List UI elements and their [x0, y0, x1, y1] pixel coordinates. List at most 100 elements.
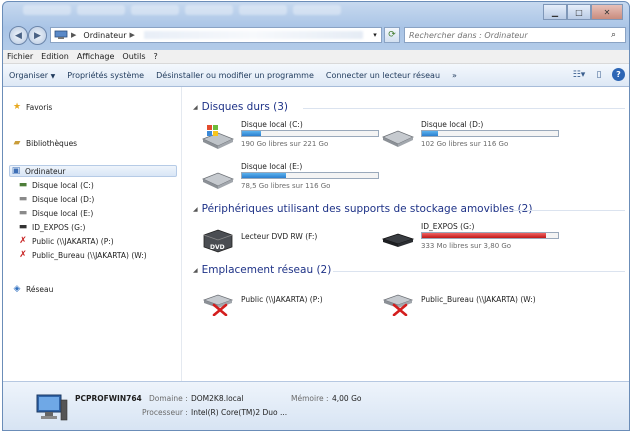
refresh-button[interactable]: ⟳ [384, 27, 400, 43]
processor-value: Intel(R) Core(TM)2 Duo ... [191, 408, 288, 417]
disconnected-network-drive-icon [202, 294, 234, 316]
menu-outils[interactable]: Outils [118, 52, 149, 61]
nav-item-favorites[interactable]: ★ Favoris [11, 101, 161, 113]
nav-item-computer[interactable]: ▣ Ordinateur [9, 165, 177, 177]
collapse-icon: ◢ [193, 266, 198, 274]
drive-tile[interactable]: Disque local (C:) 190 Go libres sur 221 … [201, 120, 391, 154]
disconnected-network-drive-icon: ✗ [19, 250, 27, 260]
maximize-button[interactable]: □ [567, 4, 591, 20]
collapse-icon: ◢ [193, 103, 198, 111]
drive-name: Disque local (E:) [241, 162, 303, 171]
dropdown-arrow-icon: ▼ [50, 72, 56, 80]
map-network-drive-button[interactable]: Connecter un lecteur réseau [320, 71, 446, 80]
computer-icon [36, 394, 68, 421]
details-pane: PCPROFWIN764 Domaine : DOM2K8.local Mémo… [3, 381, 629, 430]
disconnected-network-drive-icon [382, 294, 414, 316]
forward-button[interactable]: ▶ [28, 26, 47, 45]
menu-affichage[interactable]: Affichage [73, 52, 119, 61]
forward-arrow-icon: ▶ [34, 30, 41, 41]
nav-label: Disque local (D:) [32, 194, 95, 204]
explorer-body: ★ Favoris ▰ Bibliothèques ▣ Ordinateur ▬… [3, 87, 629, 381]
hard-drive-icon: ▬ [18, 208, 28, 218]
uninstall-program-button[interactable]: Désinstaller ou modifier un programme [150, 71, 320, 80]
breadcrumb-ordinateur[interactable]: Ordinateur [83, 31, 126, 40]
drive-name: Lecteur DVD RW (F:) [241, 232, 318, 241]
system-drive-icon: ▬ [18, 180, 28, 190]
group-title: Périphériques utilisant des supports de … [201, 203, 533, 215]
nav-item-drive-w[interactable]: ✗ Public_Bureau (\\JAKARTA) (W:) [17, 249, 147, 261]
drive-tile[interactable]: ID_EXPOS (G:) 333 Mo libres sur 3,80 Go [381, 222, 571, 256]
menu-fichier[interactable]: Fichier [3, 52, 37, 61]
windows-drive-icon [201, 125, 235, 149]
nav-item-libraries[interactable]: ▰ Bibliothèques [11, 137, 161, 149]
drive-tile[interactable]: Disque local (E:) 78,5 Go libres sur 116… [201, 162, 391, 196]
group-divider [513, 210, 625, 211]
search-icon[interactable]: ⌕ [611, 30, 625, 40]
group-title: Disques durs (3) [201, 101, 289, 113]
nav-label: Bibliothèques [26, 138, 78, 148]
computer-name: PCPROFWIN764 [75, 394, 142, 403]
library-icon: ▰ [13, 138, 21, 148]
search-box[interactable]: ⌕ [404, 27, 626, 43]
nav-item-network[interactable]: ◈ Réseau [11, 283, 161, 295]
hard-drive-icon [201, 172, 235, 189]
dvd-drive-tile[interactable]: DVD Lecteur DVD RW (F:) [201, 222, 391, 256]
explorer-window: ▁ □ ✕ ◀ ▶ ▶ Ordinateur ▶ ▾ ⟳ ⌕ Fichier E… [2, 1, 630, 431]
nav-label: Disque local (E:) [32, 208, 94, 218]
more-commands-button[interactable]: » [446, 71, 463, 80]
capacity-fill [242, 131, 262, 136]
nav-item-drive-c[interactable]: ▬ Disque local (C:) [17, 179, 94, 191]
group-network[interactable]: ◢ Emplacement réseau (2) [193, 264, 331, 276]
system-properties-button[interactable]: Propriétés système [61, 71, 150, 80]
nav-item-drive-g[interactable]: ▬ ID_EXPOS (G:) [17, 221, 86, 233]
back-arrow-icon: ◀ [15, 30, 22, 41]
organize-button[interactable]: Organiser ▼ [3, 71, 61, 80]
taskbar-blur [23, 5, 341, 15]
address-row: ◀ ▶ ▶ Ordinateur ▶ ▾ ⟳ ⌕ [3, 24, 629, 48]
command-bar: Organiser ▼ Propriétés système Désinstal… [3, 64, 629, 87]
refresh-icon: ⟳ [388, 30, 396, 40]
organize-label: Organiser [9, 70, 49, 80]
menu-help[interactable]: ? [150, 52, 162, 61]
menu-bar: Fichier Edition Affichage Outils ? [3, 50, 629, 64]
preview-pane-icon[interactable]: ▯ [592, 69, 606, 81]
address-dropdown-icon[interactable]: ▾ [369, 31, 381, 39]
breadcrumb-separator-icon[interactable]: ▶ [130, 31, 135, 39]
group-divider [333, 271, 625, 272]
capacity-bar [241, 130, 379, 137]
address-bar[interactable]: ▶ Ordinateur ▶ ▾ [50, 27, 382, 43]
search-input[interactable] [405, 29, 611, 41]
group-hard-disks[interactable]: ◢ Disques durs (3) [193, 101, 288, 113]
hard-drive-icon: ▬ [18, 194, 28, 204]
disconnected-network-drive-icon: ✗ [19, 236, 27, 246]
view-options-icon[interactable]: ☷▾ [572, 69, 586, 81]
address-blur [143, 31, 363, 39]
navigation-pane: ★ Favoris ▰ Bibliothèques ▣ Ordinateur ▬… [3, 87, 182, 381]
nav-item-drive-d[interactable]: ▬ Disque local (D:) [17, 193, 95, 205]
nav-item-drive-e[interactable]: ▬ Disque local (E:) [17, 207, 94, 219]
usb-drive-icon [381, 233, 415, 247]
svg-text:DVD: DVD [210, 244, 225, 251]
nav-item-drive-p[interactable]: ✗ Public (\\JAKARTA) (P:) [17, 235, 113, 247]
network-drive-tile[interactable]: Public (\\JAKARTA) (P:) [201, 285, 391, 319]
dvd-drive-icon: DVD [203, 229, 233, 253]
group-removable[interactable]: ◢ Périphériques utilisant des supports d… [193, 203, 532, 215]
computer-icon [54, 30, 68, 39]
nav-label: ID_EXPOS (G:) [32, 222, 86, 232]
capacity-bar [241, 172, 379, 179]
capacity-fill [242, 173, 286, 178]
back-button[interactable]: ◀ [9, 26, 28, 45]
drive-free-space: 190 Go libres sur 221 Go [241, 140, 329, 148]
nav-label: Public_Bureau (\\JAKARTA) (W:) [32, 250, 147, 260]
help-icon[interactable]: ? [612, 68, 625, 81]
drive-tile[interactable]: Disque local (D:) 102 Go libres sur 116 … [381, 120, 571, 154]
collapse-icon: ◢ [193, 205, 198, 213]
network-icon: ◈ [13, 284, 21, 294]
network-drive-tile[interactable]: Public_Bureau (\\JAKARTA) (W:) [381, 285, 571, 319]
drive-name: Disque local (C:) [241, 120, 303, 129]
menu-edition[interactable]: Edition [37, 52, 73, 61]
drive-name: Disque local (D:) [421, 120, 484, 129]
minimize-button[interactable]: ▁ [543, 4, 567, 20]
close-button[interactable]: ✕ [591, 4, 623, 20]
breadcrumb-separator-icon: ▶ [71, 31, 77, 39]
